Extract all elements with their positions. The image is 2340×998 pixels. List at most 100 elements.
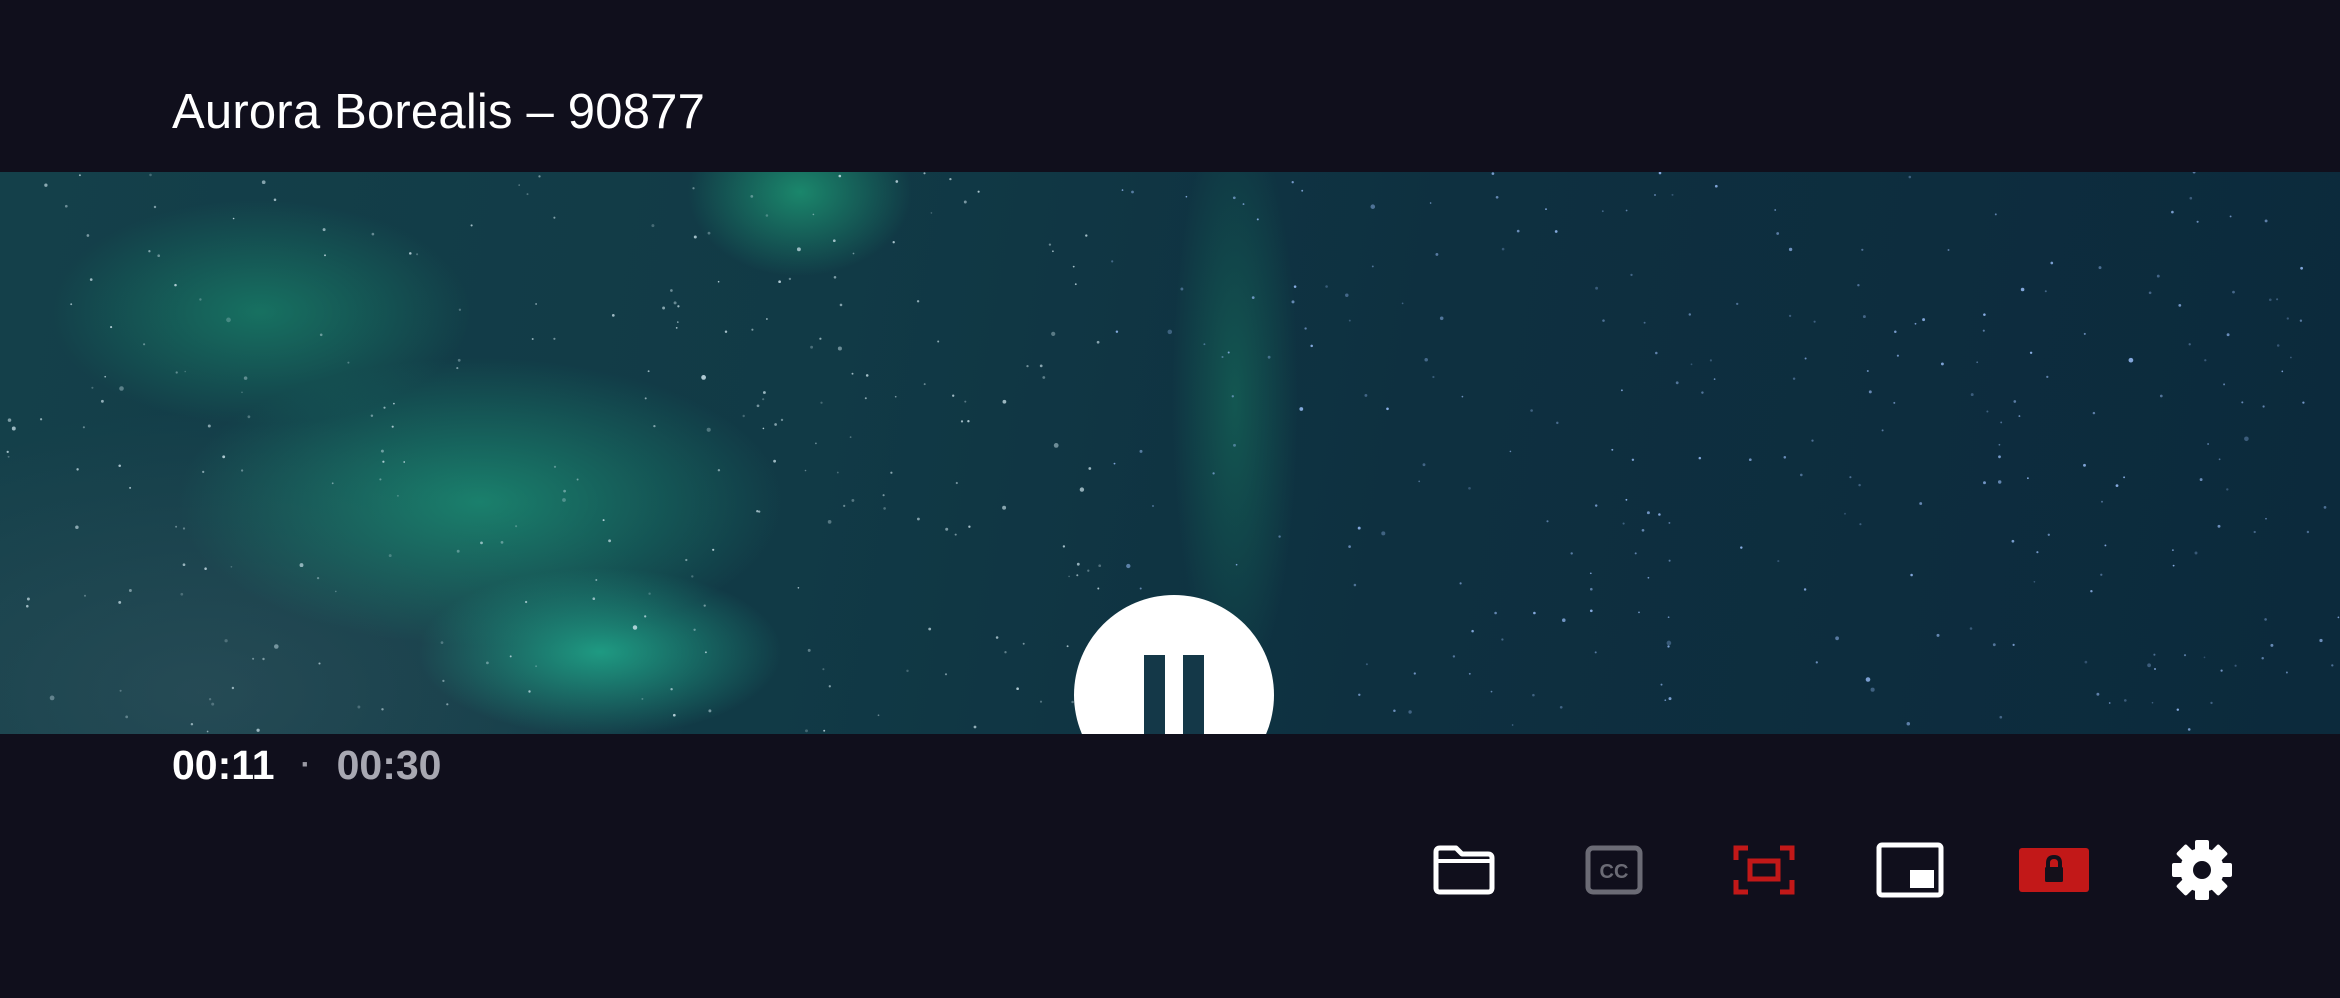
star [2171,210,2174,214]
star [2337,616,2340,619]
star [153,205,157,209]
star [1299,407,1304,411]
time-separator: · [300,748,311,781]
picture-in-picture-button[interactable] [1870,834,1950,906]
star [531,338,534,340]
star [82,426,85,429]
star [1690,363,1693,366]
star [26,597,30,601]
star [104,375,107,378]
star [1185,195,1188,198]
star [1358,693,1361,697]
star [2265,517,2267,520]
star [563,489,566,493]
control-bar: CC [1400,834,2280,906]
star [2128,357,2134,363]
star [1922,318,1926,322]
star [1654,194,1656,196]
star [1408,710,1412,714]
video-frame[interactable] [0,172,2340,734]
settings-gear-icon [2172,840,2232,900]
star [773,459,776,463]
star [1242,203,1245,206]
settings-button[interactable] [2162,834,2242,906]
star [804,469,807,472]
star [1533,611,1536,615]
star [1590,587,1593,591]
star [1602,319,1605,322]
star [765,214,769,217]
star [968,525,971,528]
star [457,358,461,362]
open-folder-button[interactable] [1424,834,1504,906]
star [2192,172,2196,174]
star [595,579,598,581]
star [1490,690,1493,693]
star [44,183,48,187]
star [2092,411,2096,415]
star [672,713,676,717]
star [1811,439,1814,442]
star [261,180,266,185]
star [1638,611,1640,614]
svg-text:CC: CC [1600,861,1629,883]
star [2241,401,2244,404]
star [1530,409,1533,412]
star [39,418,43,421]
star [456,367,459,370]
star [1545,208,1547,210]
star [149,173,152,177]
star [393,402,395,405]
star [1594,504,1598,507]
aspect-ratio-button[interactable] [1724,834,1804,906]
star [1235,563,1238,566]
star [602,519,605,522]
star [518,184,520,186]
star [1002,505,1007,510]
star [864,397,867,400]
star [2290,356,2292,359]
star [1714,184,1718,188]
star [1459,582,1462,585]
star [1709,359,1712,362]
star [1345,293,1349,297]
star [967,420,970,423]
star [2104,544,2107,547]
star [819,337,822,340]
star [7,418,12,422]
star [670,289,673,292]
star [1622,522,1625,525]
star [7,455,10,458]
star [2323,506,2327,509]
star [1227,351,1230,354]
star [1862,315,1866,319]
star [822,668,825,671]
star [2194,551,2198,555]
star [1452,655,1456,658]
star [334,590,337,593]
star [1516,229,1520,233]
star [6,450,9,454]
star [2153,653,2156,656]
star [1748,458,1752,462]
star [815,442,817,445]
star [2331,664,2334,667]
star [243,376,248,380]
star [1002,399,1007,404]
star [1998,455,2001,459]
star [756,404,760,408]
star [357,705,361,709]
lock-screen-button[interactable] [2014,834,2094,906]
star [75,525,79,529]
closed-captions-button[interactable]: CC [1574,834,1654,906]
star [1589,609,1593,613]
star [1039,364,1043,368]
star [1370,204,1376,209]
star [1401,302,1404,305]
star [1039,700,1043,703]
star [2046,375,2049,379]
star [849,436,852,438]
closed-captions-icon: CC [1585,845,1643,895]
star [751,328,754,331]
star [1232,196,1236,200]
